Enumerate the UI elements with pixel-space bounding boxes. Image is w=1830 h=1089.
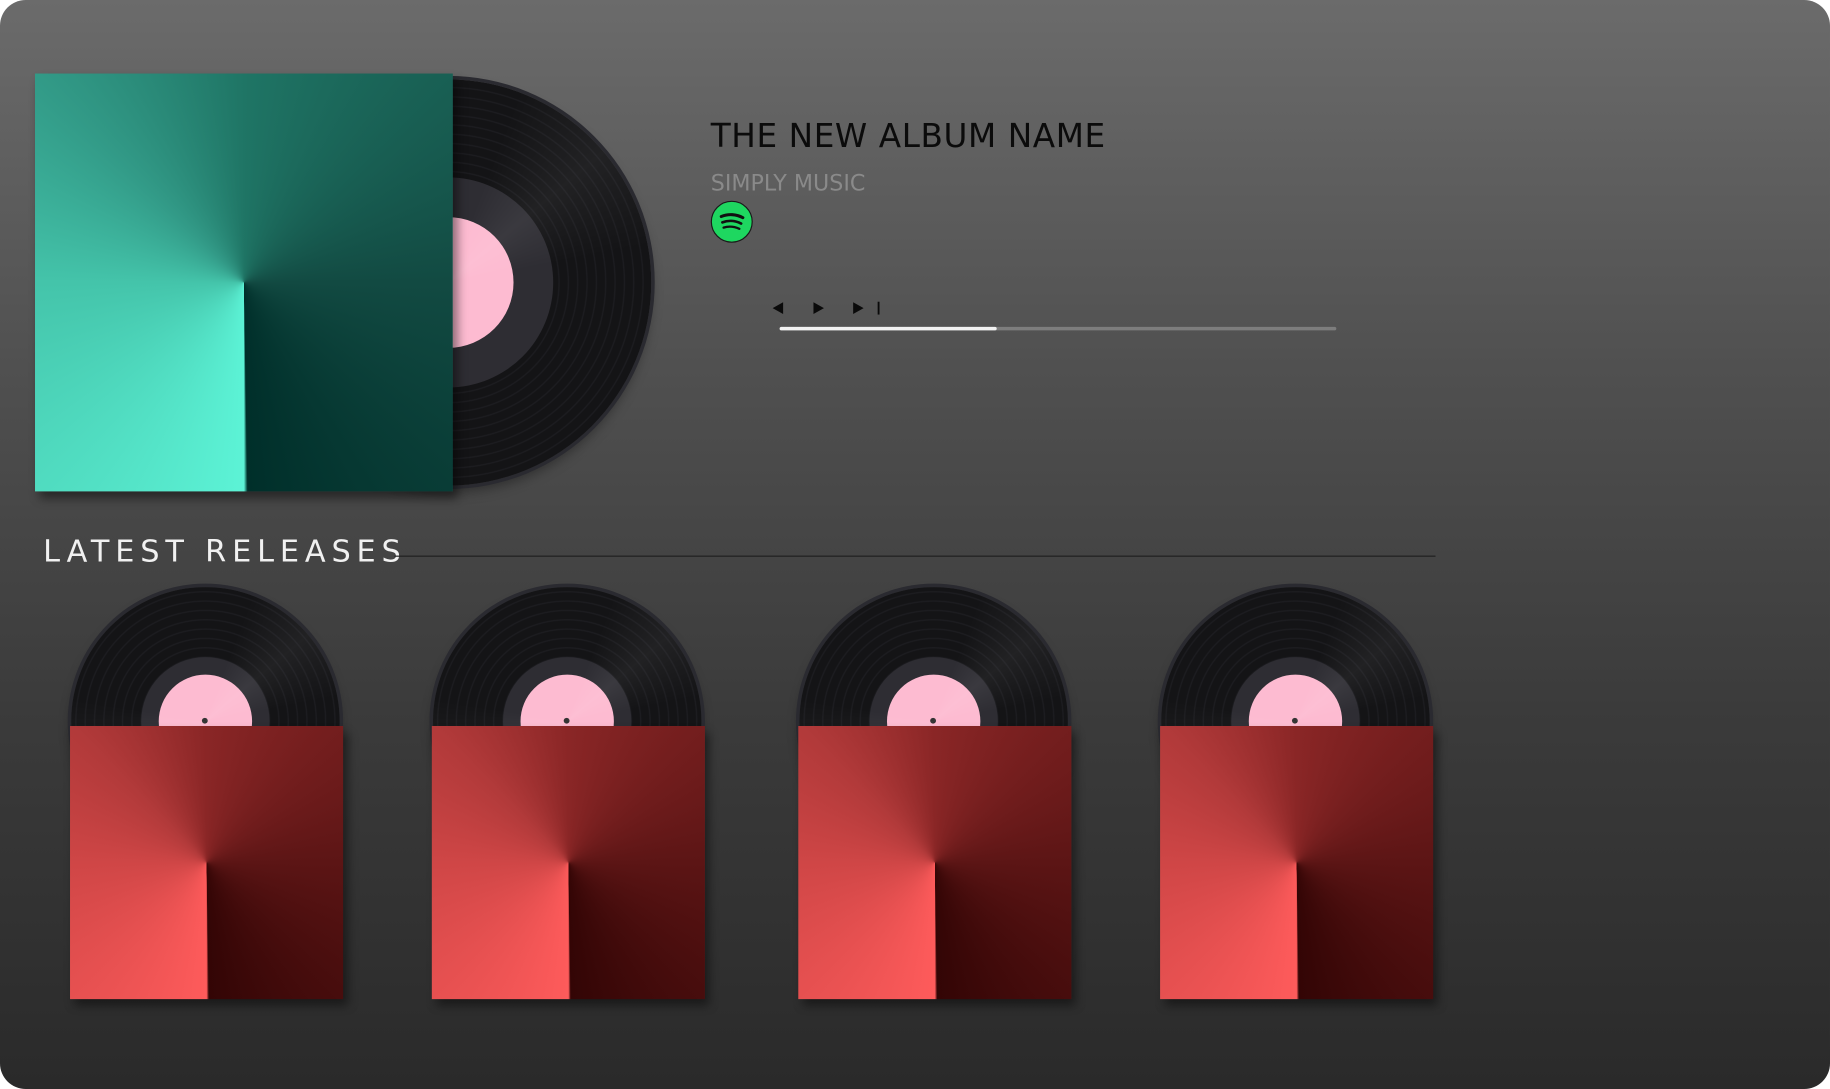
- release-card-1[interactable]: [68, 584, 348, 1004]
- release-card-3[interactable]: [796, 584, 1076, 1004]
- previous-icon[interactable]: [769, 299, 788, 318]
- progress-bar[interactable]: [779, 326, 1337, 331]
- app-window: THE NEW ALBUM NAME SIMPLY MUSIC LATEST R…: [0, 0, 1830, 1089]
- next-icon[interactable]: [850, 299, 885, 318]
- release-card-2[interactable]: [429, 584, 709, 1004]
- album-title: THE NEW ALBUM NAME: [710, 116, 1106, 156]
- release-card-4[interactable]: [1158, 584, 1438, 1004]
- progress-bar-fill: [779, 326, 997, 331]
- release-album-cover: [70, 725, 344, 1000]
- release-album-cover: [431, 725, 705, 1000]
- spotify-icon[interactable]: [710, 200, 753, 243]
- latest-releases-heading: LATEST RELEASES: [43, 534, 407, 570]
- release-album-cover: [1160, 725, 1434, 1000]
- release-album-cover: [798, 725, 1072, 1000]
- play-icon[interactable]: [810, 299, 829, 318]
- artist-name[interactable]: SIMPLY MUSIC: [711, 170, 866, 196]
- section-divider: [394, 555, 1436, 557]
- featured-album-cover[interactable]: [35, 73, 453, 492]
